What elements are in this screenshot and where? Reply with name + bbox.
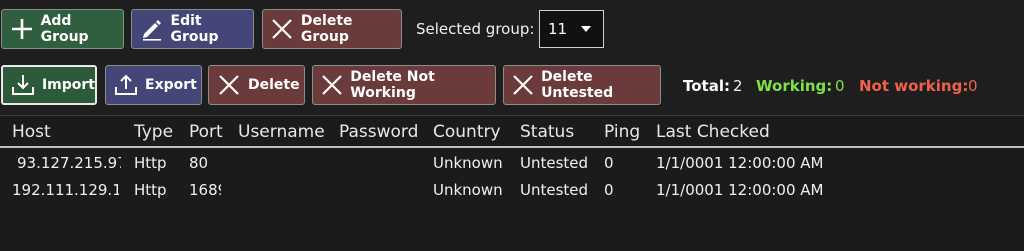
column-header-username[interactable]: Username [238, 122, 325, 142]
add-group-label: Add Group [40, 13, 89, 45]
selected-group-label: Selected group: [416, 20, 535, 38]
table-row[interactable]: 192.111.129.14 Http 1689 Unknown Unteste… [0, 177, 1024, 203]
proxy-table: Host Type Port Username Password Country… [0, 115, 1024, 251]
cell-port: 80 [189, 154, 209, 172]
edit-group-button[interactable]: Edit Group [131, 9, 254, 49]
x-icon [511, 72, 535, 98]
not-working-value: 0 [968, 77, 978, 95]
cell-host: 93.127.215.97 [17, 154, 121, 172]
cell-host: 192.111.129.14 [12, 181, 119, 199]
column-header-port[interactable]: Port [189, 122, 223, 142]
table-header: Host Type Port Username Password Country… [0, 116, 1024, 148]
total-label: Total: [683, 77, 730, 95]
table-row[interactable]: 93.127.215.97 Http 80 Unknown Untested 0… [0, 150, 1024, 176]
upload-tray-icon [113, 72, 139, 98]
cell-last-checked: 1/1/0001 12:00:00 AM [656, 154, 824, 172]
export-label: Export [145, 77, 197, 93]
delete-button[interactable]: Delete [208, 65, 305, 105]
delete-not-working-label: Delete Not Working [350, 69, 435, 101]
cell-status: Untested [520, 181, 589, 199]
column-header-password[interactable]: Password [339, 122, 418, 142]
cell-ping: 0 [604, 154, 614, 172]
download-tray-icon [10, 72, 36, 98]
import-button[interactable]: Import [1, 65, 97, 105]
column-header-ping[interactable]: Ping [604, 122, 640, 142]
delete-not-working-button[interactable]: Delete Not Working [312, 65, 496, 105]
cell-status: Untested [520, 154, 589, 172]
x-icon [320, 72, 344, 98]
column-header-host[interactable]: Host [12, 122, 51, 142]
delete-group-label: Delete Group [300, 13, 353, 45]
export-button[interactable]: Export [105, 65, 202, 105]
x-icon [216, 72, 242, 98]
cell-type: Http [134, 154, 167, 172]
column-header-country[interactable]: Country [433, 122, 501, 142]
delete-untested-label: Delete Untested [541, 69, 614, 101]
cell-port: 1689 [189, 181, 221, 199]
column-header-type[interactable]: Type [134, 122, 173, 142]
column-header-last-checked[interactable]: Last Checked [656, 122, 770, 142]
working-value: 0 [835, 77, 845, 95]
add-group-button[interactable]: Add Group [1, 9, 124, 49]
import-label: Import [41, 77, 95, 93]
cell-last-checked: 1/1/0001 12:00:00 AM [656, 181, 824, 199]
cell-country: Unknown [433, 181, 503, 199]
cell-country: Unknown [433, 154, 503, 172]
cell-type: Http [134, 181, 167, 199]
working-label: Working: [756, 77, 833, 95]
total-value: 2 [733, 77, 743, 95]
edit-group-label: Edit Group [170, 13, 219, 45]
chevron-down-icon [581, 26, 591, 32]
selected-group-dropdown[interactable]: 11 [539, 10, 604, 48]
delete-label: Delete [248, 77, 300, 93]
column-header-status[interactable]: Status [520, 122, 574, 142]
delete-untested-button[interactable]: Delete Untested [503, 65, 661, 105]
selected-group-value: 11 [548, 20, 568, 38]
x-icon [270, 16, 295, 42]
plus-icon [9, 16, 35, 42]
delete-group-button[interactable]: Delete Group [262, 9, 402, 49]
pen-icon [139, 16, 165, 42]
not-working-label: Not working: [859, 77, 969, 95]
cell-ping: 0 [604, 181, 614, 199]
